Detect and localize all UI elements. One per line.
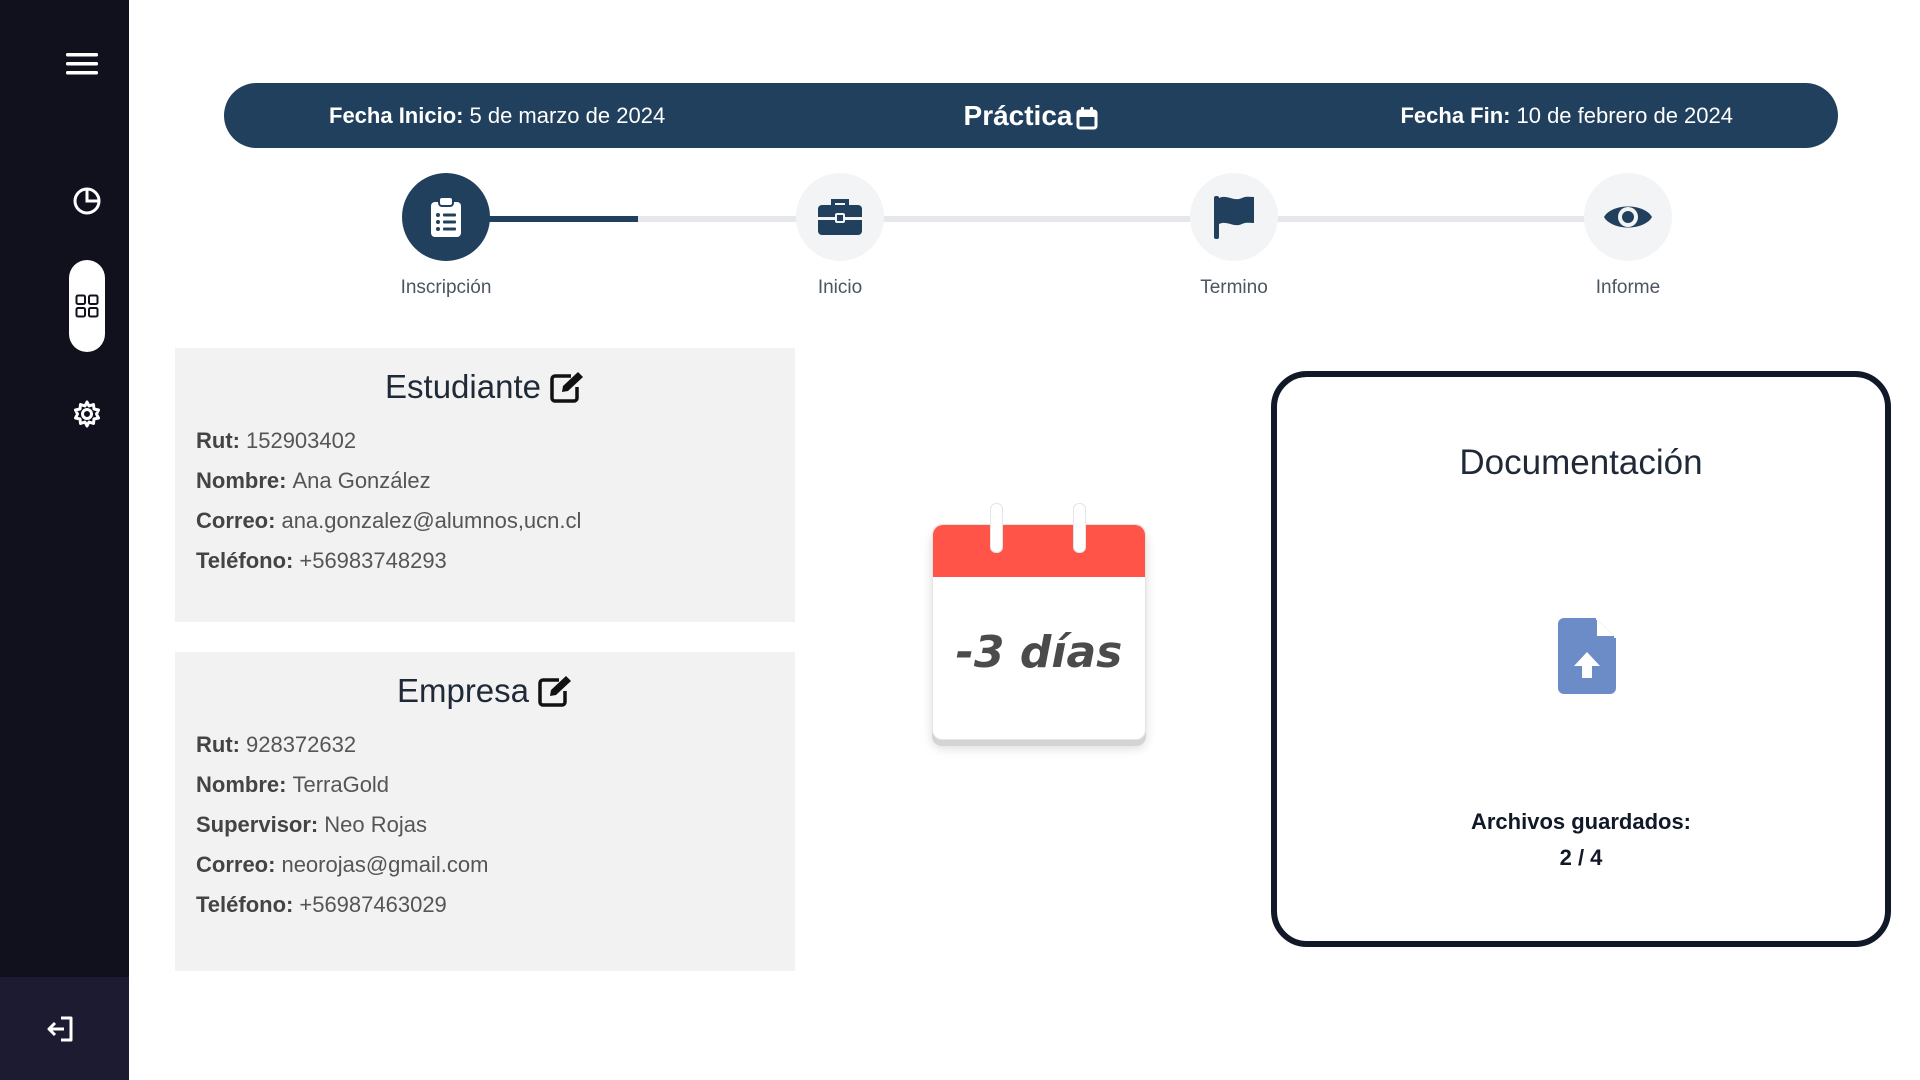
company-rut-label: Rut: <box>196 732 240 757</box>
calendar-ring-right <box>1073 503 1086 553</box>
documentation-title: Documentación <box>1459 443 1703 482</box>
student-card-title: Estudiante <box>196 368 774 406</box>
calendar-header <box>933 525 1145 577</box>
company-card-title: Empresa <box>196 672 774 710</box>
student-title-text: Estudiante <box>385 368 541 405</box>
company-supervisor-label: Supervisor: <box>196 812 319 837</box>
sidebar-item-settings[interactable] <box>63 392 111 436</box>
company-name-value: TerraGold <box>292 772 390 797</box>
step-label-inicio: Inicio <box>817 277 863 298</box>
company-phone-value: +56987463029 <box>299 892 447 917</box>
edit-icon <box>550 372 583 403</box>
logout-area <box>0 977 129 1080</box>
student-card: Estudiante Rut: 152903402 Nombre: Ana Gonz… <box>175 348 795 622</box>
student-name: Nombre: Ana González <box>196 468 774 494</box>
progress-stepper: Inscripción Inicio Termino Informe <box>0 0 1920 320</box>
edit-company-button[interactable] <box>537 674 573 708</box>
company-phone: Teléfono: +56987463029 <box>196 892 774 918</box>
step-inscripcion[interactable] <box>402 173 490 261</box>
company-email: Correo: neorojas@gmail.com <box>196 852 774 878</box>
step-informe[interactable] <box>1584 173 1672 261</box>
company-rut-value: 928372632 <box>245 732 357 757</box>
logout-button[interactable] <box>38 1009 82 1049</box>
company-email-value: neorojas@gmail.com <box>281 852 489 877</box>
student-phone-label: Teléfono: <box>196 548 294 573</box>
company-name: Nombre: TerraGold <box>196 772 774 798</box>
upload-file-button[interactable] <box>1558 618 1616 699</box>
edit-student-button[interactable] <box>549 370 585 404</box>
student-phone: Teléfono: +56983748293 <box>196 548 774 574</box>
logout-icon <box>47 1016 73 1042</box>
gear-icon <box>74 400 100 428</box>
clipboard-icon <box>431 196 461 237</box>
saved-files-count: 2 / 4 <box>1559 845 1603 870</box>
step-label-inscripcion: Inscripción <box>400 277 492 298</box>
stepper-progress <box>480 216 638 222</box>
edit-icon <box>538 676 572 707</box>
company-supervisor: Supervisor: Neo Rojas <box>196 812 774 838</box>
step-label-termino: Termino <box>1200 277 1268 298</box>
file-upload-icon <box>1558 618 1616 694</box>
student-rut: Rut: 152903402 <box>196 428 774 454</box>
calendar-ring-left <box>990 503 1003 553</box>
step-inicio[interactable] <box>796 173 884 261</box>
flag-icon <box>1214 196 1254 239</box>
student-phone-value: +56983748293 <box>299 548 447 573</box>
student-name-value: Ana González <box>292 468 431 493</box>
company-title-text: Empresa <box>396 672 530 709</box>
student-email: Correo: ana.gonzalez@alumnos,ucn.cl <box>196 508 774 534</box>
days-remaining: -3 días <box>955 627 1123 678</box>
company-card: Empresa Rut: 928372632 Nombre: TerraGold S… <box>175 652 795 971</box>
company-name-label: Nombre: <box>196 772 287 797</box>
days-remaining-calendar: -3 días <box>932 503 1146 740</box>
stepper-track <box>480 216 1620 222</box>
saved-files-label: Archivos guardados: <box>1470 809 1692 834</box>
student-rut-label: Rut: <box>196 428 240 453</box>
eye-icon <box>1604 206 1652 228</box>
step-termino[interactable] <box>1190 173 1278 261</box>
student-email-label: Correo: <box>196 508 276 533</box>
student-rut-value: 152903402 <box>245 428 357 453</box>
student-name-label: Nombre: <box>196 468 287 493</box>
student-email-value: ana.gonzalez@alumnos,ucn.cl <box>281 508 582 533</box>
company-rut: Rut: 928372632 <box>196 732 774 758</box>
company-email-label: Correo: <box>196 852 276 877</box>
briefcase-icon <box>818 199 862 235</box>
company-phone-label: Teléfono: <box>196 892 294 917</box>
documentation-card: Documentación Archivos guardados: 2 / 4 <box>1271 371 1891 947</box>
step-label-informe: Informe <box>1595 277 1661 298</box>
company-supervisor-value: Neo Rojas <box>324 812 427 837</box>
